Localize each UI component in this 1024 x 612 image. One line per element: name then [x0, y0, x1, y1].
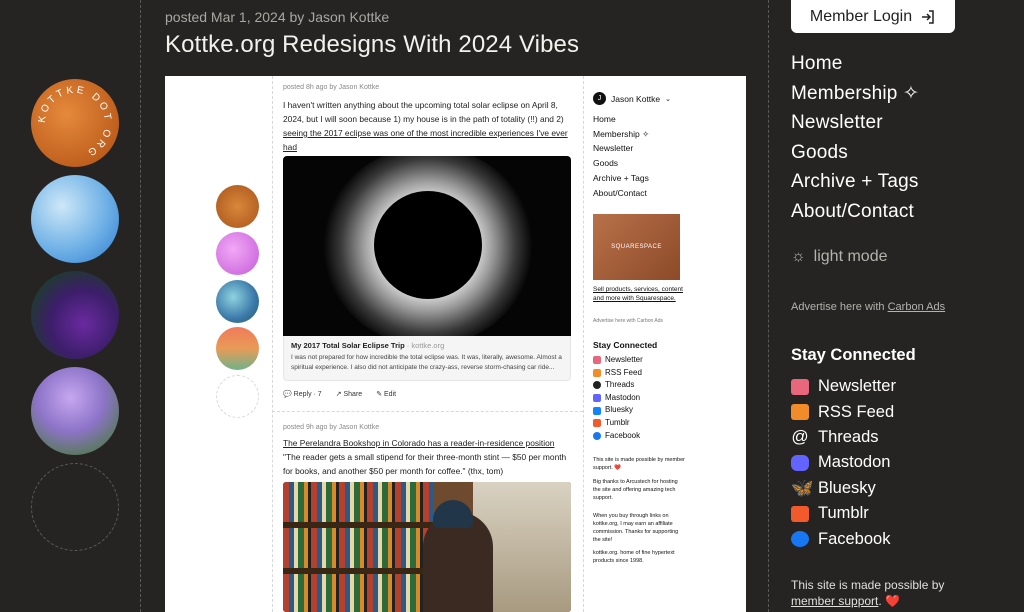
- member-support-link[interactable]: member support: [791, 594, 878, 608]
- newsletter-icon: [791, 378, 809, 395]
- link-bluesky[interactable]: 🦋 Bluesky: [791, 476, 896, 501]
- reply-action: 💬 Reply · 7: [283, 391, 322, 398]
- mastodon-icon: [791, 454, 809, 471]
- shot-divider: [583, 76, 584, 612]
- edit-action: ✎ Edit: [376, 391, 397, 398]
- mini-image-circle: [216, 280, 259, 323]
- nav-newsletter[interactable]: Newsletter: [791, 111, 919, 141]
- shot-stay-title: Stay Connected: [593, 340, 658, 350]
- nav-about-contact[interactable]: About/Contact: [791, 200, 919, 230]
- svg-text:KOTTKE DOT ORG: KOTTKE DOT ORG: [37, 85, 114, 159]
- left-divider: [140, 0, 141, 612]
- nav-membership[interactable]: Membership ✧: [791, 82, 919, 112]
- light-mode-toggle[interactable]: ☼ light mode: [791, 248, 888, 266]
- threads-icon: @: [791, 427, 809, 447]
- nav-home[interactable]: Home: [791, 52, 919, 82]
- shot-footer: kottke.org. home of fine hypertext produ…: [593, 550, 675, 564]
- mini-image-circle: [216, 327, 259, 370]
- post-title[interactable]: Kottke.org Redesigns With 2024 Vibes: [165, 31, 579, 59]
- link-preview-card: My 2017 Total Solar Eclipse Trip · kottk…: [283, 336, 571, 381]
- shot-divider: [272, 76, 273, 612]
- sun-icon: ☼: [791, 248, 806, 265]
- link-threads[interactable]: @ Threads: [791, 425, 896, 450]
- galaxy-image-circle[interactable]: [31, 271, 119, 359]
- post-meta: posted Mar 1, 2024 by Jason Kottke: [165, 9, 390, 25]
- shot-ad-text: Sell products, services, content and mor…: [593, 286, 683, 302]
- mini-logo-circle: [216, 185, 259, 228]
- share-action: ↗ Share: [335, 391, 363, 398]
- squarespace-ad: SQUARESPACE: [593, 214, 680, 280]
- rss-icon: [791, 404, 809, 421]
- redesign-screenshot: posted 8h ago by Jason Kottke I haven't …: [165, 76, 746, 612]
- mini-empty-circle: [216, 375, 259, 418]
- eclipse-photo: [283, 156, 571, 336]
- advertise-note: Advertise here with Carbon Ads: [791, 301, 946, 313]
- shot-thanks: Big thanks to Arcustech for hosting the …: [593, 479, 678, 501]
- shot-post-divider: [272, 411, 583, 412]
- shot-user: J Jason Kottke ⌄: [593, 92, 671, 105]
- login-icon: [922, 9, 934, 24]
- nav-goods[interactable]: Goods: [791, 141, 919, 171]
- bookshop-photo: [283, 482, 571, 612]
- link-mastodon[interactable]: Mastodon: [791, 450, 896, 475]
- nav-archive-tags[interactable]: Archive + Tags: [791, 170, 919, 200]
- link-facebook[interactable]: Facebook: [791, 526, 896, 551]
- shot-post-meta: posted 9h ago by Jason Kottke: [283, 424, 380, 431]
- shot-support: This site is made possible by member sup…: [593, 457, 686, 471]
- shot-ad-note: Advertise here with Carbon Ads: [593, 318, 664, 324]
- link-rss[interactable]: RSS Feed: [791, 399, 896, 424]
- kottke-logo-text-ring: KOTTKE DOT ORG: [37, 85, 114, 159]
- mini-image-circle: [216, 232, 259, 275]
- main-nav: Home Membership ✧ Newsletter Goods Archi…: [791, 52, 919, 229]
- carbon-ads-link[interactable]: Carbon Ads: [888, 301, 945, 313]
- shot-post-text: I haven't written anything about the upc…: [283, 100, 568, 152]
- flowers-image-circle[interactable]: [31, 367, 119, 455]
- right-divider: [768, 0, 769, 612]
- shot-affiliate: When you buy through links on kottke.org…: [593, 513, 679, 543]
- tumblr-icon: [791, 505, 809, 522]
- facebook-icon: [791, 531, 809, 548]
- post-actions: 💬 Reply · 7 ↗ Share ✎ Edit: [283, 390, 396, 398]
- sparkle-icon: ✧: [903, 82, 920, 104]
- sky-image-circle[interactable]: [31, 175, 119, 263]
- link-newsletter[interactable]: Newsletter: [791, 374, 896, 399]
- kottke-logo[interactable]: KOTTKE DOT ORG: [31, 79, 119, 167]
- bluesky-icon: 🦋: [791, 477, 814, 498]
- stay-connected-title: Stay Connected: [791, 346, 916, 364]
- shot-nav: Home Membership ✧ Newsletter Goods Archi…: [593, 114, 650, 198]
- shot-stay-list: Newsletter RSS Feed Threads Mastodon Blu…: [593, 354, 643, 442]
- shot-post-text: The Perelandra Bookshop in Colorado has …: [283, 438, 567, 476]
- member-login-button[interactable]: Member Login: [791, 0, 955, 33]
- empty-circle: [31, 463, 119, 551]
- shot-post-meta: posted 8h ago by Jason Kottke: [283, 84, 380, 91]
- stay-connected-list: Newsletter RSS Feed @ Threads Mastodon 🦋 B…: [791, 374, 896, 552]
- link-tumblr[interactable]: Tumblr: [791, 501, 896, 526]
- support-note: This site is made possible by member sup…: [791, 578, 945, 608]
